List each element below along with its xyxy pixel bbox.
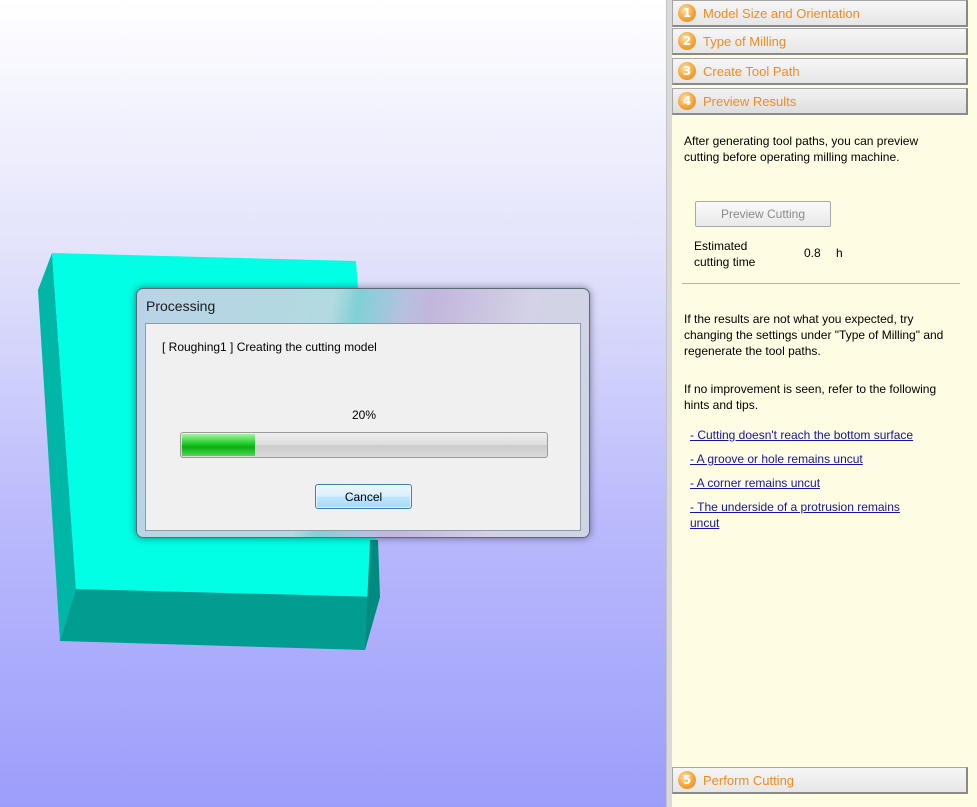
cancel-button[interactable]: Cancel	[315, 484, 412, 509]
processing-dialog: Processing [ Roughing1 ] Creating the cu…	[136, 288, 590, 538]
dialog-title: Processing	[146, 298, 216, 314]
processing-message: [ Roughing1 ] Creating the cutting model	[162, 340, 377, 354]
step-number-icon: 4	[678, 92, 696, 110]
step-label: Model Size and Orientation	[703, 5, 860, 21]
step-create-tool-path[interactable]: 3 Create Tool Path	[672, 58, 968, 85]
estimated-time-value: 0.8	[804, 246, 821, 260]
link-cutting-bottom[interactable]: - Cutting doesn't reach the bottom surfa…	[690, 427, 950, 443]
step-perform-cutting[interactable]: 5 Perform Cutting	[672, 767, 968, 794]
step-label: Perform Cutting	[703, 772, 795, 788]
progress-percent: 20%	[351, 408, 377, 422]
progress-bar-fill	[182, 434, 255, 456]
step-label: Type of Milling	[703, 33, 787, 49]
hint-text-2: If no improvement is seen, refer to the …	[684, 382, 937, 412]
estimated-time-unit: h	[836, 246, 843, 260]
link-corner-uncut[interactable]: - A corner remains uncut	[690, 475, 950, 491]
step-number-icon: 2	[678, 32, 696, 50]
step-label: Preview Results	[703, 93, 797, 109]
link-protrusion-uncut[interactable]: - The underside of a protrusion remains …	[690, 499, 930, 531]
step-label: Create Tool Path	[703, 63, 800, 79]
step-number-icon: 1	[678, 4, 696, 22]
dialog-body: [ Roughing1 ] Creating the cutting model…	[145, 323, 581, 531]
estimated-time-label: Estimated cutting time	[694, 239, 756, 269]
step-number-icon: 3	[678, 62, 696, 80]
preview-cutting-button[interactable]: Preview Cutting	[695, 201, 831, 227]
step-number-icon: 5	[678, 771, 696, 789]
wizard-panel: 1 Model Size and Orientation 2 Type of M…	[672, 0, 977, 807]
progress-bar	[180, 432, 548, 458]
link-groove-uncut[interactable]: - A groove or hole remains uncut	[690, 451, 950, 467]
preview-intro-text: After generating tool paths, you can pre…	[684, 134, 919, 164]
hint-text-1: If the results are not what you expected…	[684, 312, 944, 358]
step-model-size[interactable]: 1 Model Size and Orientation	[672, 0, 968, 27]
step-preview-results[interactable]: 4 Preview Results	[672, 88, 968, 115]
step-type-of-milling[interactable]: 2 Type of Milling	[672, 28, 968, 55]
divider-line	[682, 283, 960, 284]
